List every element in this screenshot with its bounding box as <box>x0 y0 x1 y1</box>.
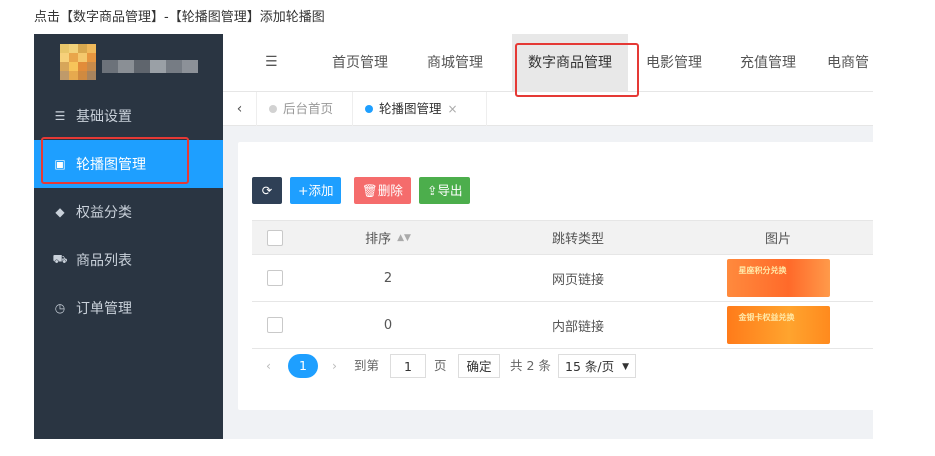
sidebar-item-label: 商品列表 <box>76 253 132 269</box>
admin-app: ☰ 基础设置 ▣ 轮播图管理 ◆ 权益分类 ⛟ 商品列表 ◷ 订单管理 ☰ 首页… <box>34 34 873 439</box>
clock-icon: ◷ <box>54 301 66 315</box>
banner-table: 排序 ▲▼ 跳转类型 图片 2 网页链接 星座积分兑换 0 内部链接 金银卡权益兑… <box>252 220 873 349</box>
sort-icon[interactable]: ▲▼ <box>397 233 411 242</box>
page-number-input[interactable]: 1 <box>390 354 426 378</box>
tab-ecommerce-management[interactable]: 电商管 <box>821 34 873 91</box>
current-page-button[interactable]: 1 <box>288 354 318 378</box>
row-jump-type: 网页链接 <box>551 272 604 288</box>
cart-icon: ⛟ <box>52 252 68 266</box>
page-tab-banner-management[interactable]: 轮播图管理 × <box>353 92 487 126</box>
add-button[interactable]: +添加 <box>290 177 342 204</box>
goto-label: 到第 <box>354 358 380 373</box>
row-checkbox[interactable] <box>267 317 283 333</box>
page-label: 页 <box>434 358 447 373</box>
sidebar: ☰ 基础设置 ▣ 轮播图管理 ◆ 权益分类 ⛟ 商品列表 ◷ 订单管理 <box>34 34 223 439</box>
sidebar-item-banner-management[interactable]: ▣ 轮播图管理 <box>34 140 223 188</box>
table-row: 0 内部链接 金银卡权益兑换 <box>252 302 873 349</box>
tab-recharge-management[interactable]: 充值管理 <box>723 34 813 91</box>
sidebar-item-benefit-category[interactable]: ◆ 权益分类 <box>34 188 223 236</box>
column-label: 排序 <box>365 232 392 247</box>
logo <box>34 34 223 92</box>
page-size-select[interactable]: 15 条/页 ▼ <box>558 354 636 378</box>
total-count: 共 2 条 <box>510 358 551 373</box>
row-image-cell: 金银卡权益兑换 <box>678 302 873 348</box>
tag-icon: ◆ <box>55 205 65 219</box>
sidebar-menu: ☰ 基础设置 ▣ 轮播图管理 ◆ 权益分类 ⛟ 商品列表 ◷ 订单管理 <box>34 92 223 332</box>
row-image-cell: 星座积分兑换 <box>678 255 873 301</box>
image-icon: ▣ <box>54 157 66 171</box>
banner-text: 星座积分兑换 <box>738 266 787 275</box>
row-jump-type: 内部链接 <box>551 319 604 335</box>
content-card: ⟳ +添加 🗑删除 ⇪导出 排序 ▲▼ 跳转类型 图片 2 网页链接 星座积分兑换… <box>238 142 873 410</box>
row-checkbox[interactable] <box>267 270 283 286</box>
close-icon[interactable]: × <box>448 102 458 116</box>
sidebar-item-order-management[interactable]: ◷ 订单管理 <box>34 284 223 332</box>
row-sort-value: 2 <box>383 270 393 286</box>
tab-movie-management[interactable]: 电影管理 <box>631 34 717 91</box>
page-tab-label: 后台首页 <box>283 101 334 116</box>
top-nav: ☰ 首页管理 商城管理 数字商品管理 电影管理 充值管理 电商管 <box>223 34 873 92</box>
instruction-caption: 点击【数字商品管理】-【轮播图管理】添加轮播图 <box>34 10 325 25</box>
sidebar-item-product-list[interactable]: ⛟ 商品列表 <box>34 236 223 284</box>
refresh-button[interactable]: ⟳ <box>252 177 282 204</box>
row-sort-value: 0 <box>383 317 393 333</box>
column-jump-type: 跳转类型 <box>551 232 604 247</box>
page-tabs-bar: ‹ 后台首页 轮播图管理 × <box>223 92 873 126</box>
tabs-back-icon[interactable]: ‹ <box>223 92 257 126</box>
chevron-down-icon: ▼ <box>622 362 629 372</box>
sidebar-item-label: 订单管理 <box>76 301 132 317</box>
column-image: 图片 <box>764 232 791 247</box>
tab-home-management[interactable]: 首页管理 <box>315 34 405 91</box>
tab-digital-goods-management[interactable]: 数字商品管理 <box>512 34 628 91</box>
sidebar-item-basic-settings[interactable]: ☰ 基础设置 <box>34 92 223 140</box>
banner-thumbnail[interactable]: 金银卡权益兑换 <box>726 306 830 344</box>
delete-button[interactable]: 🗑删除 <box>354 177 411 204</box>
sidebar-item-label: 轮播图管理 <box>76 157 146 173</box>
menu-toggle-icon[interactable]: ☰ <box>265 54 278 70</box>
prev-page-icon[interactable]: ‹ <box>266 354 271 378</box>
page-size-value: 15 条/页 <box>565 359 615 374</box>
column-sort[interactable]: 排序 ▲▼ <box>298 221 478 254</box>
confirm-page-button[interactable]: 确定 <box>458 354 500 378</box>
table-row: 2 网页链接 星座积分兑换 <box>252 255 873 302</box>
next-page-icon[interactable]: › <box>332 354 337 378</box>
tab-dot-icon <box>365 105 373 113</box>
list-icon: ☰ <box>54 109 66 123</box>
row-select-cell <box>252 302 298 348</box>
export-button[interactable]: ⇪导出 <box>419 177 471 204</box>
table-header: 排序 ▲▼ 跳转类型 图片 <box>252 221 873 255</box>
sidebar-item-label: 权益分类 <box>76 205 132 221</box>
page-tab-dashboard[interactable]: 后台首页 <box>257 92 353 126</box>
select-all-checkbox[interactable] <box>267 229 283 246</box>
banner-text: 金银卡权益兑换 <box>738 313 795 322</box>
page-tab-label: 轮播图管理 <box>379 101 442 116</box>
select-all-cell <box>252 221 298 254</box>
pagination: ‹ 1 › 到第 1 页 确定 共 2 条 15 条/页 ▼ <box>252 354 872 382</box>
tab-mall-management[interactable]: 商城管理 <box>411 34 499 91</box>
sidebar-item-label: 基础设置 <box>76 109 132 125</box>
row-select-cell <box>252 255 298 301</box>
tab-dot-icon <box>269 105 277 113</box>
banner-thumbnail[interactable]: 星座积分兑换 <box>726 259 830 297</box>
